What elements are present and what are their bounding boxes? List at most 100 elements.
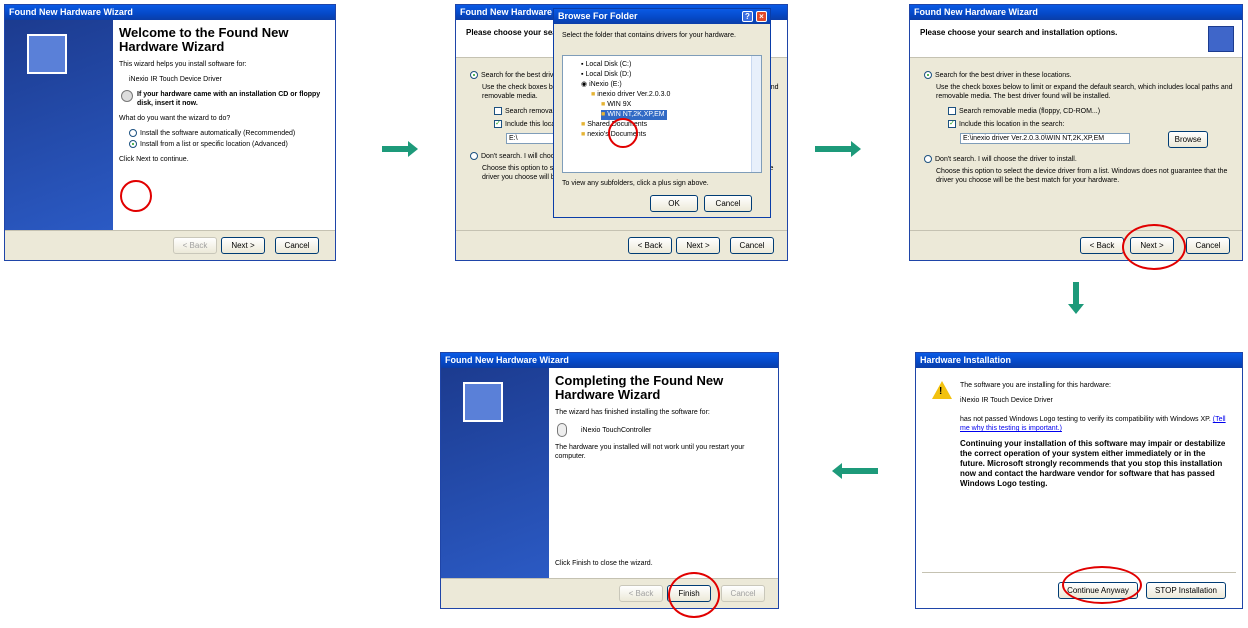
arrow-right-icon: [382, 141, 418, 157]
mouse-icon: [557, 423, 567, 437]
tree-label: WIN NT,2K,XP,EM: [607, 111, 665, 118]
folder-tree[interactable]: ▪ Local Disk (C:) ▪ Local Disk (D:) ◉ iN…: [562, 55, 762, 173]
question-text: What do you want the wizard to do?: [119, 115, 231, 122]
wizard-footer: < Back Next > Cancel: [5, 230, 335, 260]
back-button[interactable]: < Back: [619, 585, 663, 602]
wizard-welcome-window: Found New Hardware Wizard Welcome to the…: [4, 4, 336, 261]
checkbox-icon: ✓: [948, 120, 956, 129]
highlight-circle: [1062, 566, 1142, 604]
stop-installation-button[interactable]: STOP Installation: [1146, 582, 1226, 599]
tree-label: Local Disk (D:): [585, 71, 632, 78]
cd-icon: [121, 90, 133, 102]
cd-label: If your hardware came with an installati…: [137, 91, 321, 107]
radio-icon: [129, 129, 137, 138]
wizard-content: Search for the best driver in these loca…: [910, 59, 1242, 230]
radio-icon: [470, 152, 478, 161]
tree-item[interactable]: ◉ iNexio (E:): [581, 80, 757, 90]
tree-item[interactable]: ■ inexio driver Ver.2.0.3.0: [591, 90, 757, 100]
dialog-cancel-button[interactable]: Cancel: [704, 195, 752, 212]
cd-text: If your hardware came with an installati…: [121, 90, 329, 108]
cd-drive-icon: ◉: [581, 81, 590, 88]
page-title: Welcome to the Found New Hardware Wizard: [119, 25, 289, 54]
cancel-button[interactable]: Cancel: [730, 237, 774, 254]
highlight-circle: [120, 180, 152, 212]
hardware-icon: [1208, 26, 1234, 52]
warning-content: The software you are installing for this…: [960, 381, 1230, 495]
highlight-circle: [608, 118, 638, 148]
radio-icon: [924, 71, 932, 80]
hardware-icon: [27, 34, 67, 74]
next-button[interactable]: Next >: [221, 237, 265, 254]
path-input[interactable]: E:\inexio driver Ver.2.0.3.0\WIN NT,2K,X…: [960, 133, 1130, 144]
option-label: Search for the best driver in these loca…: [935, 72, 1072, 79]
tree-item[interactable]: ■ Shared Documents: [581, 120, 757, 130]
tree-label: WIN 9X: [607, 101, 632, 108]
tree-item-selected[interactable]: ■ WIN NT,2K,XP,EM: [601, 110, 667, 120]
radio-icon: [129, 140, 137, 149]
browse-folder-dialog: Browse For Folder ? × Select the folder …: [553, 8, 771, 218]
tree-item[interactable]: ▪ Local Disk (C:): [581, 60, 757, 70]
device-name: iNexio IR Touch Device Driver: [960, 397, 1053, 404]
wizard-search-path-window: Found New Hardware Wizard Please choose …: [909, 4, 1243, 261]
tree-label: Local Disk (C:): [585, 61, 632, 68]
cancel-button[interactable]: Cancel: [721, 585, 765, 602]
cancel-button[interactable]: Cancel: [1186, 237, 1230, 254]
restart-text: The hardware you installed will not work…: [555, 444, 745, 460]
intro-text: This wizard helps you install software f…: [119, 61, 247, 68]
wizard-footer: < Back Finish Cancel: [441, 578, 778, 608]
option-automatic[interactable]: Install the software automatically (Reco…: [129, 129, 329, 138]
choose-text: Choose this option to select the device …: [936, 168, 1228, 184]
tree-item[interactable]: ■ WIN 9X: [601, 100, 757, 110]
wizard-header: Please choose your search and installati…: [910, 20, 1242, 58]
cancel-button[interactable]: Cancel: [275, 237, 319, 254]
option-label: Install from a list or specific location…: [140, 141, 288, 148]
close-icon[interactable]: ×: [756, 11, 767, 22]
next-button[interactable]: Next >: [676, 237, 720, 254]
wizard-sidebar: [441, 368, 549, 578]
tree-label: iNexio (E:): [589, 81, 622, 88]
hardware-icon: [463, 382, 503, 422]
back-button[interactable]: < Back: [173, 237, 217, 254]
search-removable-checkbox[interactable]: Search removable media (floppy, CD-ROM..…: [948, 107, 1228, 116]
arrow-left-icon: [832, 463, 878, 479]
title-bar: Browse For Folder: [554, 9, 770, 24]
radio-icon: [924, 155, 932, 164]
title-bar: Hardware Installation: [916, 353, 1242, 368]
checkbox-label: Include this location in the search:: [959, 121, 1065, 128]
checkbox-icon: [494, 107, 502, 116]
dialog-title: Browse For Folder: [558, 11, 638, 21]
dialog-hint: To view any subfolders, click a plus sig…: [562, 180, 709, 187]
radio-icon: [470, 71, 478, 80]
warning-mark: !: [939, 386, 943, 397]
page-title: Completing the Found New Hardware Wizard: [555, 373, 724, 402]
logo-text: has not passed Windows Logo testing to v…: [960, 415, 1230, 433]
highlight-circle: [1122, 224, 1186, 270]
option-dont-search[interactable]: Don't search. I will choose the driver t…: [924, 155, 1228, 164]
option-search-best[interactable]: Search for the best driver in these loca…: [924, 71, 1228, 80]
option-advanced[interactable]: Install from a list or specific location…: [129, 140, 329, 149]
include-location-checkbox[interactable]: ✓Include this location in the search:: [948, 120, 1228, 129]
finished-text: The wizard has finished installing the s…: [555, 409, 710, 416]
option-label: Install the software automatically (Reco…: [140, 130, 296, 137]
wizard-content: Completing the Found New Hardware Wizard…: [549, 368, 778, 578]
ok-button[interactable]: OK: [650, 195, 698, 212]
device-name: iNexio TouchController: [581, 426, 652, 434]
tree-label: inexio driver Ver.2.0.3.0: [597, 91, 671, 98]
warning-text: Continuing your installation of this sof…: [960, 439, 1226, 488]
option-label: Don't search. I will choose the driver t…: [935, 156, 1077, 163]
browse-button[interactable]: Browse: [1168, 131, 1208, 148]
highlight-circle: [668, 572, 720, 618]
back-button[interactable]: < Back: [628, 237, 672, 254]
checkbox-icon: ✓: [494, 120, 502, 129]
help-icon[interactable]: ?: [742, 11, 753, 22]
device-name: iNexio IR Touch Device Driver: [129, 76, 222, 83]
tree-item[interactable]: ▪ Local Disk (D:): [581, 70, 757, 80]
back-button[interactable]: < Back: [1080, 237, 1124, 254]
tree-scrollbar[interactable]: [751, 56, 761, 172]
use-check-text: Use the check boxes below to limit or ex…: [936, 84, 1233, 100]
finish-text: Click Finish to close the wizard.: [555, 560, 653, 567]
checkbox-icon: [948, 107, 956, 116]
header-text: Please choose your search and installati…: [920, 28, 1118, 37]
wizard-complete-window: Found New Hardware Wizard Completing the…: [440, 352, 779, 609]
installing-text: The software you are installing for this…: [960, 382, 1111, 389]
